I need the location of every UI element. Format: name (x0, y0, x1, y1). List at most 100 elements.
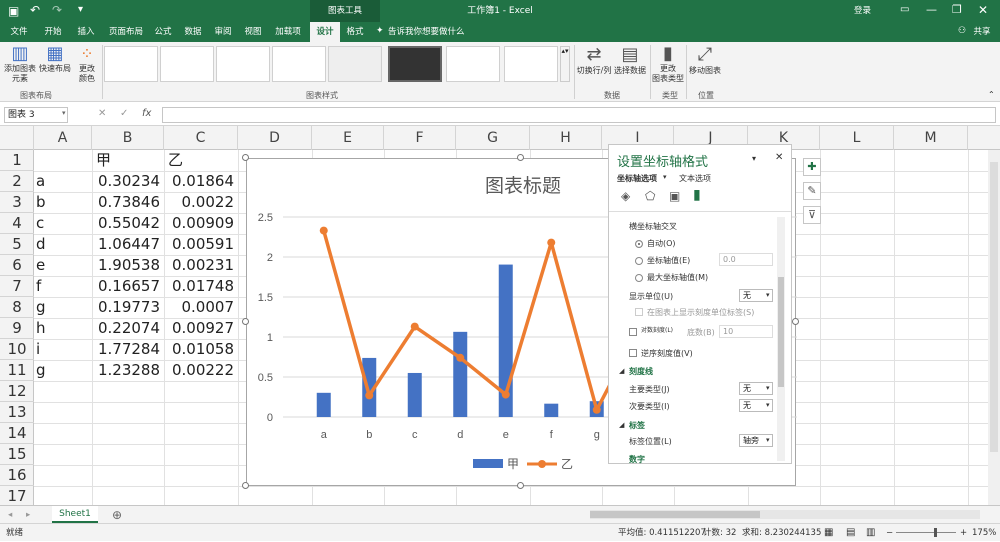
tab-formulas[interactable]: 公式 (150, 22, 176, 42)
column-header[interactable]: E (312, 126, 384, 150)
cell-label[interactable]: d (36, 234, 46, 255)
row-header[interactable]: 4 (0, 213, 34, 234)
effects-icon[interactable]: ⬠ (645, 189, 655, 203)
ribbon-options-icon[interactable]: ▭ (900, 4, 909, 15)
cell-label[interactable]: a (36, 171, 45, 192)
horizontal-scrollbar[interactable] (590, 510, 980, 519)
resize-handle[interactable] (242, 482, 249, 489)
chart-style-4[interactable] (272, 46, 326, 82)
cell-label[interactable]: h (36, 318, 46, 339)
chart-style-1[interactable] (104, 46, 158, 82)
change-colors-button[interactable]: ⁘ 更改 颜色 (74, 44, 100, 84)
zoom-slider-thumb[interactable] (934, 528, 937, 537)
row-header[interactable]: 5 (0, 234, 34, 255)
cell-label[interactable]: g (36, 360, 46, 381)
column-header[interactable]: H (530, 126, 602, 150)
row-header[interactable]: 7 (0, 276, 34, 297)
cell-value-yi[interactable]: 0.00591 (166, 234, 234, 255)
cell-label[interactable]: c (36, 213, 44, 234)
chart-style-3[interactable] (216, 46, 270, 82)
zoom-out-icon[interactable]: − (886, 524, 893, 542)
page-layout-view-icon[interactable]: ▤ (846, 524, 855, 542)
cell-value-jia[interactable]: 1.77284 (92, 339, 160, 360)
save-icon[interactable]: ▣ (8, 4, 19, 18)
cell-value-jia[interactable]: 0.55042 (92, 213, 160, 234)
vertical-scrollbar[interactable] (988, 150, 1000, 505)
undo-icon[interactable]: ↶ (30, 3, 40, 17)
chart-style-2[interactable] (160, 46, 214, 82)
cell-label[interactable]: f (36, 276, 41, 297)
resize-handle[interactable] (792, 318, 799, 325)
select-data-button[interactable]: ▤ 选择数据 (614, 44, 646, 76)
row-header[interactable]: 13 (0, 402, 34, 423)
scroll-thumb[interactable] (990, 162, 998, 452)
row-header[interactable]: 14 (0, 423, 34, 444)
section-number[interactable]: 数字 (629, 454, 645, 465)
axis-options-icon[interactable]: ▮ (693, 187, 701, 203)
row-header[interactable]: 9 (0, 318, 34, 339)
page-break-view-icon[interactable]: ▥ (866, 524, 875, 542)
customize-toolbar-icon[interactable]: ▾ (78, 4, 83, 15)
share-button[interactable]: 共享 (968, 22, 996, 42)
size-properties-icon[interactable]: ▣ (669, 189, 680, 203)
tab-text-options[interactable]: 文本选项 (679, 173, 711, 184)
chart-styles-button[interactable]: ✎ (803, 182, 821, 200)
column-header[interactable]: F (384, 126, 456, 150)
cancel-icon[interactable]: ✕ (98, 108, 106, 119)
cell-value-yi[interactable]: 0.01748 (166, 276, 234, 297)
cell-value-yi[interactable]: 0.00927 (166, 318, 234, 339)
tab-insert[interactable]: 插入 (72, 22, 100, 42)
tab-file[interactable]: 文件 (4, 22, 34, 42)
cell-value-jia[interactable]: 0.22074 (92, 318, 160, 339)
fx-icon[interactable]: fx (142, 108, 151, 119)
tab-view[interactable]: 视图 (240, 22, 266, 42)
hscroll-thumb[interactable] (590, 511, 760, 518)
row-header[interactable]: 15 (0, 444, 34, 465)
resize-handle[interactable] (517, 482, 524, 489)
chart-filters-button[interactable]: ⊽ (803, 206, 821, 224)
column-header[interactable]: L (820, 126, 894, 150)
chart-elements-button[interactable]: ✚ (803, 158, 821, 176)
cell-value-jia[interactable]: 0.73846 (92, 192, 160, 213)
prev-sheet-icon[interactable]: ◂ (8, 506, 12, 524)
row-header[interactable]: 11 (0, 360, 34, 381)
login-link[interactable]: 登录 (854, 0, 871, 22)
cell-value-yi[interactable]: 0.00231 (166, 255, 234, 276)
cell-value-yi[interactable]: 0.01864 (166, 171, 234, 192)
radio-max-axis-value[interactable] (635, 274, 643, 282)
minimize-icon[interactable]: — (926, 3, 937, 16)
pane-scrollbar[interactable] (777, 217, 785, 461)
axis-value-input[interactable]: 0.0 (719, 253, 773, 266)
pane-options-icon[interactable]: ▾ (752, 154, 756, 163)
cell-header-jia[interactable]: 甲 (96, 150, 111, 171)
row-header[interactable]: 6 (0, 255, 34, 276)
name-box[interactable]: 图表 3 (4, 107, 68, 123)
tab-format[interactable]: 格式 (342, 22, 368, 42)
column-header[interactable]: M (894, 126, 968, 150)
chart-style-8[interactable] (504, 46, 558, 82)
close-icon[interactable]: ✕ (978, 3, 988, 17)
resize-handle[interactable] (242, 318, 249, 325)
cell-label[interactable]: e (36, 255, 45, 276)
base-input[interactable]: 10 (719, 325, 773, 338)
column-header[interactable]: G (456, 126, 530, 150)
cell-header-yi[interactable]: 乙 (168, 150, 183, 171)
fill-line-icon[interactable]: ◈ (621, 189, 630, 203)
row-header[interactable]: 12 (0, 381, 34, 402)
checkbox-show-units[interactable] (635, 308, 643, 316)
zoom-level[interactable]: 175% (972, 524, 996, 542)
row-header[interactable]: 8 (0, 297, 34, 318)
select-all[interactable] (0, 126, 34, 150)
collapse-ribbon-icon[interactable]: ⌃ (988, 90, 995, 99)
name-box-dropdown-icon[interactable]: ▾ (62, 109, 66, 117)
add-chart-element-button[interactable]: ▥ 添加图表 元素 (2, 44, 38, 84)
checkbox-log-scale[interactable] (629, 328, 637, 336)
formula-input[interactable] (162, 107, 996, 123)
row-header[interactable]: 10 (0, 339, 34, 360)
tab-home[interactable]: 开始 (38, 22, 68, 42)
tab-data[interactable]: 数据 (180, 22, 206, 42)
cell-value-yi[interactable]: 0.0007 (166, 297, 235, 318)
tab-review[interactable]: 审阅 (210, 22, 236, 42)
section-tick-marks[interactable]: 刻度线 (629, 366, 653, 377)
zoom-slider[interactable] (896, 528, 956, 537)
